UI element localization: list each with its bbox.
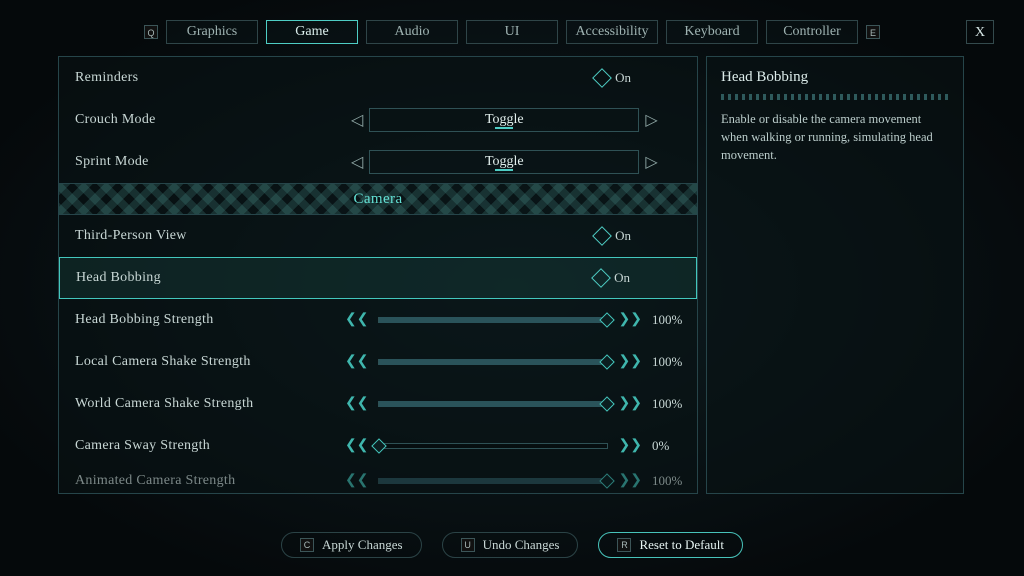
slider-track[interactable] <box>378 478 608 484</box>
slider-value: 100% <box>652 473 696 489</box>
button-label: Undo Changes <box>483 537 560 553</box>
slider-value: 100% <box>652 396 696 412</box>
option-local-shake[interactable]: Local Camera Shake Strength ❮❮ ❯❯ 100% <box>59 341 697 383</box>
tab-keyboard[interactable]: Keyboard <box>666 20 758 44</box>
option-world-shake[interactable]: World Camera Shake Strength ❮❮ ❯❯ 100% <box>59 383 697 425</box>
tab-controller[interactable]: Controller <box>766 20 858 44</box>
diamond-icon <box>592 226 612 246</box>
slider-control[interactable]: ❮❮ ❯❯ 100% <box>345 354 698 370</box>
slider-track[interactable] <box>378 359 608 365</box>
section-header-camera: Camera <box>59 183 697 215</box>
slider-control[interactable]: ❮❮ ❯❯ 0% <box>345 438 698 454</box>
slider-control[interactable]: ❮❮ ❯❯ 100% <box>345 473 697 489</box>
option-label: Camera Sway Strength <box>75 438 345 454</box>
toggle-control[interactable]: On <box>595 228 681 244</box>
tooltip-title: Head Bobbing <box>721 69 949 86</box>
slider-control[interactable]: ❮❮ ❯❯ 100% <box>345 396 698 412</box>
slider-handle[interactable] <box>600 473 616 489</box>
slider-fill <box>379 317 607 323</box>
option-label: Head Bobbing <box>76 270 346 286</box>
toggle-value: On <box>614 270 630 286</box>
chevron-left-icon[interactable]: ◁ <box>345 152 369 172</box>
button-label: Reset to Default <box>639 537 723 553</box>
tab-graphics[interactable]: Graphics <box>166 20 258 44</box>
chevron-left-icon[interactable]: ◁ <box>345 110 369 130</box>
apply-button[interactable]: C Apply Changes <box>281 532 422 558</box>
option-label: Sprint Mode <box>75 154 345 170</box>
tooltip-divider <box>721 94 949 100</box>
slider-track[interactable] <box>378 317 608 323</box>
option-head-bobbing[interactable]: Head Bobbing On <box>59 257 697 299</box>
double-chevron-right-icon[interactable]: ❯❯ <box>618 474 641 488</box>
options-panel: Reminders On Crouch Mode ◁ Toggle ▷ Spri… <box>58 56 698 494</box>
option-sprint-mode[interactable]: Sprint Mode ◁ Toggle ▷ <box>59 141 697 183</box>
double-chevron-left-icon[interactable]: ❮❮ <box>345 439 368 453</box>
option-crouch-mode[interactable]: Crouch Mode ◁ Toggle ▷ <box>59 99 697 141</box>
double-chevron-right-icon[interactable]: ❯❯ <box>618 313 641 327</box>
option-head-bobbing-strength[interactable]: Head Bobbing Strength ❮❮ ❯❯ 100% <box>59 299 697 341</box>
spinner-control[interactable]: ◁ Toggle ▷ <box>345 150 698 174</box>
tab-prev-key: Q <box>144 25 158 39</box>
option-animated-camera-strength[interactable]: Animated Camera Strength ❮❮ ❯❯ 100% <box>59 467 697 494</box>
tooltip-panel: Head Bobbing Enable or disable the camer… <box>706 56 964 494</box>
slider-fill <box>379 401 607 407</box>
tab-next-key: E <box>866 25 880 39</box>
tab-audio[interactable]: Audio <box>366 20 458 44</box>
toggle-value: On <box>615 228 631 244</box>
slider-value: 0% <box>652 438 696 454</box>
toggle-control[interactable]: On <box>595 70 681 86</box>
chevron-right-icon[interactable]: ▷ <box>639 152 663 172</box>
toggle-value: On <box>615 70 631 86</box>
slider-track[interactable] <box>378 401 608 407</box>
double-chevron-left-icon[interactable]: ❮❮ <box>345 474 368 488</box>
tab-bar: Q Graphics Game Audio UI Accessibility K… <box>0 20 1024 44</box>
spinner-value: Toggle <box>369 150 639 174</box>
slider-value: 100% <box>652 354 696 370</box>
slider-handle[interactable] <box>600 312 616 328</box>
slider-track[interactable] <box>378 443 608 449</box>
tooltip-description: Enable or disable the camera movement wh… <box>721 110 949 164</box>
slider-fill <box>379 478 607 484</box>
button-label: Apply Changes <box>322 537 403 553</box>
tab-ui[interactable]: UI <box>466 20 558 44</box>
reset-button[interactable]: R Reset to Default <box>598 532 742 558</box>
spinner-control[interactable]: ◁ Toggle ▷ <box>345 108 698 132</box>
tab-game[interactable]: Game <box>266 20 358 44</box>
toggle-control[interactable]: On <box>594 270 680 286</box>
option-label: Head Bobbing Strength <box>75 312 345 328</box>
option-label: Third-Person View <box>75 228 345 244</box>
slider-value: 100% <box>652 312 696 328</box>
footer: C Apply Changes U Undo Changes R Reset t… <box>0 532 1024 558</box>
option-third-person[interactable]: Third-Person View On <box>59 215 697 257</box>
double-chevron-left-icon[interactable]: ❮❮ <box>345 313 368 327</box>
option-camera-sway[interactable]: Camera Sway Strength ❮❮ ❯❯ 0% <box>59 425 697 467</box>
slider-handle[interactable] <box>600 396 616 412</box>
double-chevron-left-icon[interactable]: ❮❮ <box>345 355 368 369</box>
diamond-icon <box>591 268 611 288</box>
option-reminders[interactable]: Reminders On <box>59 57 697 99</box>
option-label: Animated Camera Strength <box>75 473 345 489</box>
spinner-value: Toggle <box>369 108 639 132</box>
keyhint: C <box>300 538 314 552</box>
tab-accessibility[interactable]: Accessibility <box>566 20 658 44</box>
slider-control[interactable]: ❮❮ ❯❯ 100% <box>345 312 698 328</box>
keyhint: U <box>461 538 475 552</box>
chevron-right-icon[interactable]: ▷ <box>639 110 663 130</box>
double-chevron-left-icon[interactable]: ❮❮ <box>345 397 368 411</box>
diamond-icon <box>592 68 612 88</box>
double-chevron-right-icon[interactable]: ❯❯ <box>618 397 641 411</box>
undo-button[interactable]: U Undo Changes <box>442 532 579 558</box>
keyhint: R <box>617 538 631 552</box>
option-label: Crouch Mode <box>75 112 345 128</box>
option-label: Local Camera Shake Strength <box>75 354 345 370</box>
option-label: Reminders <box>75 70 345 86</box>
double-chevron-right-icon[interactable]: ❯❯ <box>618 439 641 453</box>
option-label: World Camera Shake Strength <box>75 396 345 412</box>
double-chevron-right-icon[interactable]: ❯❯ <box>618 355 641 369</box>
slider-handle[interactable] <box>600 354 616 370</box>
slider-fill <box>379 359 607 365</box>
close-button[interactable]: X <box>966 20 994 44</box>
slider-handle[interactable] <box>372 438 388 454</box>
